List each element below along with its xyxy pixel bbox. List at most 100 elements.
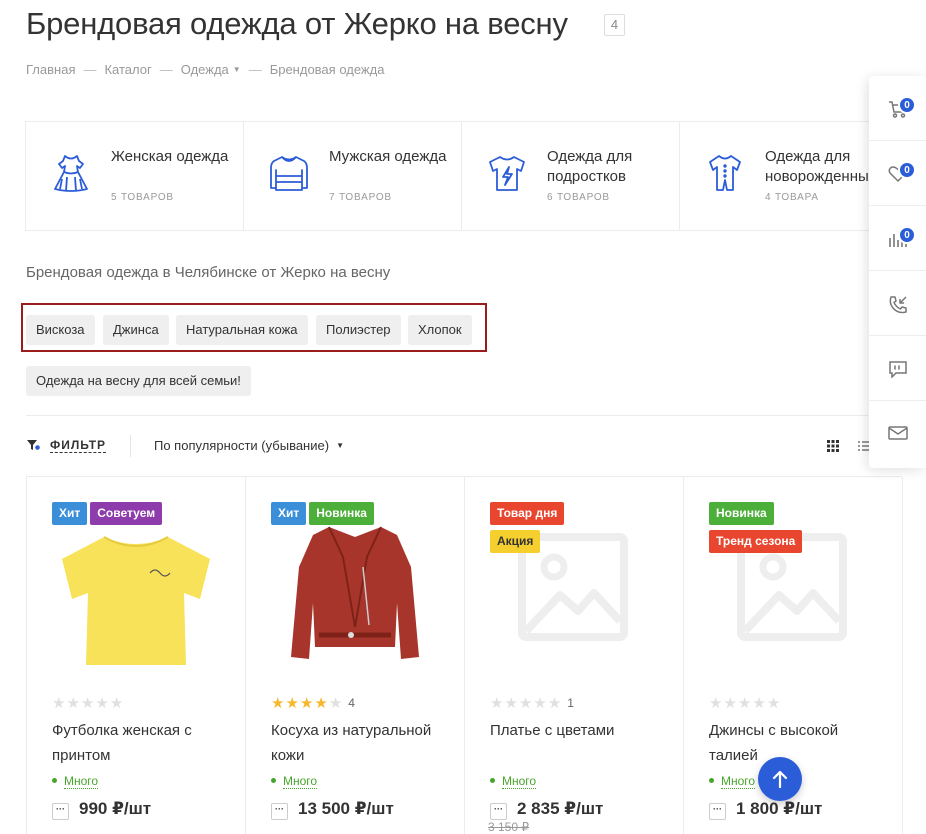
product-image[interactable] bbox=[271, 507, 439, 669]
sweater-icon bbox=[270, 156, 308, 191]
badge-deal-of-day: Товар дня bbox=[490, 502, 565, 525]
product-image[interactable] bbox=[52, 507, 220, 669]
stock-label: Много bbox=[283, 774, 318, 789]
category-count: 5 товаров bbox=[111, 192, 174, 203]
breadcrumb-separator: — bbox=[83, 62, 97, 77]
badge-recommend: Советуем bbox=[90, 502, 163, 525]
breadcrumb: Главная — Каталог — Одежда ▼ — Брендовая одежда bbox=[26, 62, 384, 77]
arrow-up-icon bbox=[772, 770, 788, 789]
badge-sale: Акция bbox=[490, 530, 541, 553]
email-button[interactable] bbox=[869, 401, 926, 466]
cart-button[interactable]: 0 bbox=[869, 76, 926, 141]
stock-status: Много bbox=[490, 774, 537, 789]
old-price: 3 150 ₽ bbox=[488, 820, 529, 834]
filter-icon bbox=[27, 440, 40, 450]
filter-button[interactable]: ФИЛЬТР bbox=[50, 438, 107, 453]
product-badges: Товар дня Акция bbox=[490, 502, 670, 558]
price-row: ··· 990 ₽/шт bbox=[52, 799, 151, 820]
category-count: 4 товара bbox=[765, 192, 819, 203]
subcategory-list: Женская одежда 5 товаров Мужская одежда … bbox=[25, 121, 905, 231]
stock-label: Много bbox=[721, 774, 756, 789]
chat-icon bbox=[889, 361, 907, 378]
category-name: Мужская одежда bbox=[329, 148, 447, 165]
sort-dropdown[interactable]: По популярности (убывание) ▼ bbox=[154, 438, 344, 453]
product-card[interactable]: Товар дня Акция ★★★★★ 1 Платье с цветами М… bbox=[465, 477, 684, 834]
grid-view-icon[interactable] bbox=[826, 439, 840, 453]
product-price: 1 800 ₽/шт bbox=[736, 799, 823, 818]
breadcrumb-clothing-label: Одежда bbox=[180, 62, 229, 77]
product-price: 2 835 ₽/шт bbox=[517, 799, 604, 818]
catalog-toolbar: ФИЛЬТР По популярности (убывание) ▼ bbox=[26, 435, 876, 457]
rating-stars: ★★★★★ bbox=[709, 695, 782, 712]
price-row: ··· 2 835 ₽/шт bbox=[490, 799, 603, 820]
badge-hit: Хит bbox=[52, 502, 88, 525]
mail-icon bbox=[888, 426, 908, 440]
page-title: Брендовая одежда от Жерко на весну bbox=[26, 6, 568, 41]
compare-button[interactable]: 0 bbox=[869, 206, 926, 271]
chevron-down-icon: ▼ bbox=[232, 65, 241, 74]
breadcrumb-separator: — bbox=[159, 62, 173, 77]
favorites-count-badge: 0 bbox=[898, 161, 916, 179]
review-count: 1 bbox=[567, 696, 574, 710]
more-options-icon[interactable]: ··· bbox=[709, 803, 726, 820]
callback-icon bbox=[889, 296, 907, 314]
breadcrumb-home[interactable]: Главная bbox=[26, 62, 75, 77]
product-card[interactable]: Хит Советуем ★★★★★ Футболка женская с при… bbox=[27, 477, 246, 834]
product-price: 990 ₽/шт bbox=[79, 799, 152, 818]
breadcrumb-separator: — bbox=[248, 62, 262, 77]
badge-new: Новинка bbox=[309, 502, 374, 525]
category-womens[interactable]: Женская одежда 5 товаров bbox=[26, 122, 244, 230]
product-name[interactable]: Косуха из натуральной кожи bbox=[271, 718, 446, 768]
rating-stars: ★★★★★ bbox=[52, 695, 125, 712]
stock-status: Много bbox=[709, 774, 756, 789]
cart-count-badge: 0 bbox=[898, 96, 916, 114]
chevron-down-icon: ▼ bbox=[336, 441, 344, 450]
more-options-icon[interactable]: ··· bbox=[271, 803, 288, 820]
divider bbox=[26, 415, 868, 416]
toolbar-separator bbox=[130, 435, 131, 457]
category-newborns[interactable]: Одежда для новорожденных 4 товара bbox=[680, 122, 898, 230]
product-name[interactable]: Джинсы с высокой талией bbox=[709, 718, 884, 768]
more-options-icon[interactable]: ··· bbox=[52, 803, 69, 820]
tag-leather[interactable]: Натуральная кожа bbox=[176, 315, 308, 345]
category-name: Одежда для подростков bbox=[547, 148, 633, 185]
category-count: 7 товаров bbox=[329, 192, 392, 203]
tag-viscose[interactable]: Вискоза bbox=[26, 315, 95, 345]
breadcrumb-clothing[interactable]: Одежда ▼ bbox=[181, 62, 241, 77]
category-count: 6 товаров bbox=[547, 192, 610, 203]
compare-count-badge: 0 bbox=[898, 226, 916, 244]
product-card[interactable]: Хит Новинка ★★★★★ 4 Косуха из натуральной … bbox=[246, 477, 465, 834]
category-name: Женская одежда bbox=[111, 148, 229, 165]
price-row: ··· 1 800 ₽/шт bbox=[709, 799, 822, 820]
product-count-badge: 4 bbox=[604, 14, 625, 36]
tag-cotton[interactable]: Хлопок bbox=[408, 315, 472, 345]
breadcrumb-current: Брендовая одежда bbox=[269, 62, 385, 77]
product-name[interactable]: Футболка женская с принтом bbox=[52, 718, 227, 768]
scroll-to-top-button[interactable] bbox=[758, 757, 802, 801]
tag-denim[interactable]: Джинса bbox=[103, 315, 169, 345]
badge-trend: Тренд сезона bbox=[709, 530, 803, 553]
favorites-button[interactable]: 0 bbox=[869, 141, 926, 206]
side-toolbar: 0 0 0 bbox=[869, 76, 926, 468]
sort-label: По популярности (убывание) bbox=[154, 438, 330, 453]
stock-label: Много bbox=[64, 774, 99, 789]
badge-hit: Хит bbox=[271, 502, 307, 525]
product-name[interactable]: Платье с цветами bbox=[490, 718, 665, 743]
stock-status: Много bbox=[271, 774, 318, 789]
chat-button[interactable] bbox=[869, 336, 926, 401]
baby-romper-icon bbox=[709, 155, 741, 191]
more-options-icon[interactable]: ··· bbox=[490, 803, 507, 820]
price-row: ··· 13 500 ₽/шт bbox=[271, 799, 394, 820]
tag-spring-family[interactable]: Одежда на весну для всей семьи! bbox=[26, 366, 251, 396]
category-teens[interactable]: Одежда для подростков 6 товаров bbox=[462, 122, 680, 230]
stock-status: Много bbox=[52, 774, 99, 789]
category-description: Брендовая одежда в Челябинске от Жерко н… bbox=[26, 264, 391, 281]
category-mens[interactable]: Мужская одежда 7 товаров bbox=[244, 122, 462, 230]
breadcrumb-catalog[interactable]: Каталог bbox=[104, 62, 151, 77]
review-count: 4 bbox=[348, 696, 355, 710]
product-badges: Новинка Тренд сезона bbox=[709, 502, 889, 558]
product-badges: Хит Новинка bbox=[271, 502, 451, 530]
callback-button[interactable] bbox=[869, 271, 926, 336]
stock-label: Много bbox=[502, 774, 537, 789]
tag-polyester[interactable]: Полиэстер bbox=[316, 315, 401, 345]
